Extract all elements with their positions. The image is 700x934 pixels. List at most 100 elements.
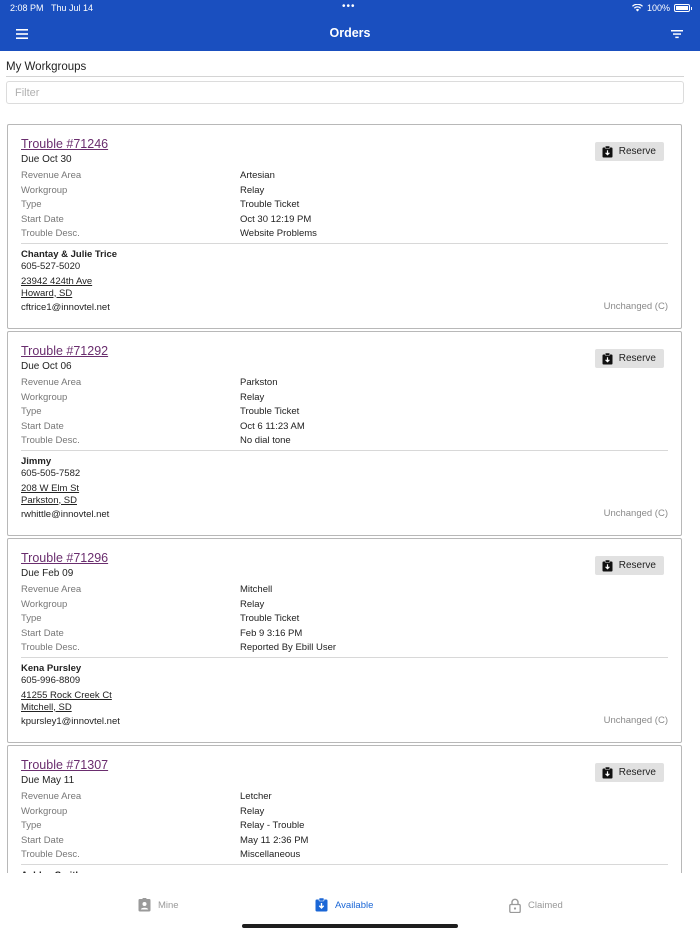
order-detail-row: Trouble Desc. Website Problems	[21, 228, 661, 243]
revenue-area-label: Revenue Area	[21, 170, 82, 181]
card-divider	[21, 657, 668, 658]
address-line-2[interactable]: Parkston, SD	[21, 495, 109, 507]
reserve-button[interactable]: Reserve	[594, 556, 664, 575]
order-detail-row: Workgroup Relay	[21, 599, 661, 614]
due-date: Due Oct 30	[21, 154, 72, 165]
address-line-1[interactable]: 208 W Elm St	[21, 483, 109, 495]
reserve-label: Reserve	[618, 767, 656, 778]
order-card[interactable]: Trouble #71296 Due Feb 09 Reserve Revenue A…	[7, 538, 682, 743]
contact-block: Ashley Smith	[21, 870, 81, 873]
battery-fill	[676, 6, 688, 10]
card-divider	[21, 864, 668, 865]
clipboard-download-icon	[602, 352, 613, 364]
tab-bar: Mine Available Claimed	[0, 890, 700, 924]
contact-block: Jimmy 605-505-7582 208 W Elm St Parkston, S…	[21, 456, 109, 520]
revenue-area-value: Mitchell	[240, 584, 273, 595]
status-time: 2:08 PM	[10, 3, 44, 13]
contact-phone: 605-996-8809	[21, 675, 81, 686]
type-label: Type	[21, 820, 42, 831]
address-line-2[interactable]: Howard, SD	[21, 288, 117, 300]
lock-icon	[509, 898, 521, 913]
order-detail-row: Revenue Area Mitchell	[21, 584, 661, 599]
order-title-link[interactable]: Trouble #71307	[21, 758, 108, 772]
order-detail-row: Trouble Desc. Reported By Ebill User	[21, 642, 661, 657]
home-indicator[interactable]	[242, 924, 458, 928]
workgroup-value: Relay	[240, 598, 265, 610]
reserve-button[interactable]: Reserve	[594, 349, 664, 368]
card-divider	[21, 243, 668, 244]
order-detail-row: Start Date Oct 6 11:23 AM	[21, 421, 661, 436]
order-detail-row: Revenue Area Artesian	[21, 170, 661, 185]
revenue-area-value: Artesian	[240, 170, 275, 181]
order-card[interactable]: Trouble #71246 Due Oct 30 Reserve Revenue A…	[7, 124, 682, 329]
order-title-link[interactable]: Trouble #71292	[21, 344, 108, 358]
clipboard-download-icon	[602, 145, 613, 157]
type-label: Type	[21, 406, 42, 417]
start-date-value: Oct 30 12:19 PM	[240, 213, 312, 225]
battery-percent: 100%	[646, 3, 670, 13]
address-line-1[interactable]: 41255 Rock Creek Ct	[21, 690, 120, 702]
order-card[interactable]: Trouble #71292 Due Oct 06 Reserve Revenue A…	[7, 331, 682, 536]
order-title-link[interactable]: Trouble #71296	[21, 551, 108, 565]
section-divider	[6, 76, 684, 77]
due-date: Due May 11	[21, 775, 75, 786]
contact-name: Jimmy	[21, 456, 52, 467]
wifi-icon	[631, 4, 643, 12]
order-details: Revenue Area Parkston Workgroup Relay Type Tr…	[21, 377, 661, 450]
revenue-area-label: Revenue Area	[21, 377, 82, 388]
workgroup-label: Workgroup	[21, 391, 68, 403]
contact-email: rwhittle@innovtel.net	[21, 509, 110, 520]
start-date-label: Start Date	[21, 213, 64, 225]
tab-claimed[interactable]: Claimed	[509, 898, 563, 913]
nav-bar: Orders	[0, 17, 700, 51]
address-line-2[interactable]: Mitchell, SD	[21, 702, 120, 714]
orders-list[interactable]: Trouble #71246 Due Oct 30 Reserve Revenue A…	[7, 124, 682, 873]
due-date: Due Feb 09	[21, 568, 74, 579]
tab-claimed-label: Claimed	[528, 900, 563, 911]
reserve-button[interactable]: Reserve	[594, 142, 664, 161]
type-value: Trouble Ticket	[240, 406, 300, 417]
order-detail-row: Revenue Area Letcher	[21, 791, 661, 806]
trouble-desc-label: Trouble Desc.	[21, 849, 80, 860]
section-title: My Workgroups	[6, 61, 87, 73]
type-value: Relay - Trouble	[240, 820, 305, 831]
order-card[interactable]: Trouble #71307 Due May 11 Reserve Revenue A…	[7, 745, 682, 873]
order-details: Revenue Area Artesian Workgroup Relay Type Tr…	[21, 170, 661, 243]
contact-email: kpursley1@innovtel.net	[21, 716, 120, 727]
order-title-link[interactable]: Trouble #71246	[21, 137, 108, 151]
filter-input[interactable]	[6, 81, 684, 104]
order-status: Unchanged (C)	[603, 715, 668, 726]
filter-icon[interactable]	[668, 25, 686, 43]
tab-available[interactable]: Available	[315, 898, 373, 912]
trouble-desc-value: No dial tone	[240, 435, 291, 446]
trouble-desc-label: Trouble Desc.	[21, 228, 80, 239]
status-date: Thu Jul 14	[51, 3, 94, 13]
id-badge-icon	[138, 898, 151, 912]
multitasking-dots-icon[interactable]: •••	[342, 1, 356, 12]
clipboard-download-icon	[315, 898, 328, 912]
order-detail-row: Trouble Desc. Miscellaneous	[21, 849, 661, 864]
start-date-label: Start Date	[21, 420, 64, 432]
order-details: Revenue Area Mitchell Workgroup Relay Type Tr…	[21, 584, 661, 657]
reserve-button[interactable]: Reserve	[594, 763, 664, 782]
reserve-label: Reserve	[618, 560, 656, 571]
reserve-label: Reserve	[618, 353, 656, 364]
clipboard-download-icon	[602, 766, 613, 778]
contact-email: cftrice1@innovtel.net	[21, 302, 110, 313]
start-date-value: Oct 6 11:23 AM	[240, 420, 305, 432]
contact-name: Ashley Smith	[21, 870, 81, 873]
status-bar: 2:08 PM Thu Jul 14 ••• 100%	[0, 0, 700, 17]
order-status: Unchanged (C)	[603, 301, 668, 312]
due-date: Due Oct 06	[21, 361, 72, 372]
start-date-value: May 11 2:36 PM	[240, 834, 309, 846]
workgroup-value: Relay	[240, 805, 265, 817]
start-date-label: Start Date	[21, 627, 64, 639]
trouble-desc-value: Miscellaneous	[240, 849, 301, 860]
workgroup-label: Workgroup	[21, 598, 68, 610]
type-value: Trouble Ticket	[240, 613, 300, 624]
order-detail-row: Revenue Area Parkston	[21, 377, 661, 392]
order-detail-row: Type Relay - Trouble	[21, 820, 661, 835]
tab-available-label: Available	[335, 899, 374, 911]
address-line-1[interactable]: 23942 424th Ave	[21, 276, 117, 288]
tab-mine[interactable]: Mine	[138, 898, 179, 912]
